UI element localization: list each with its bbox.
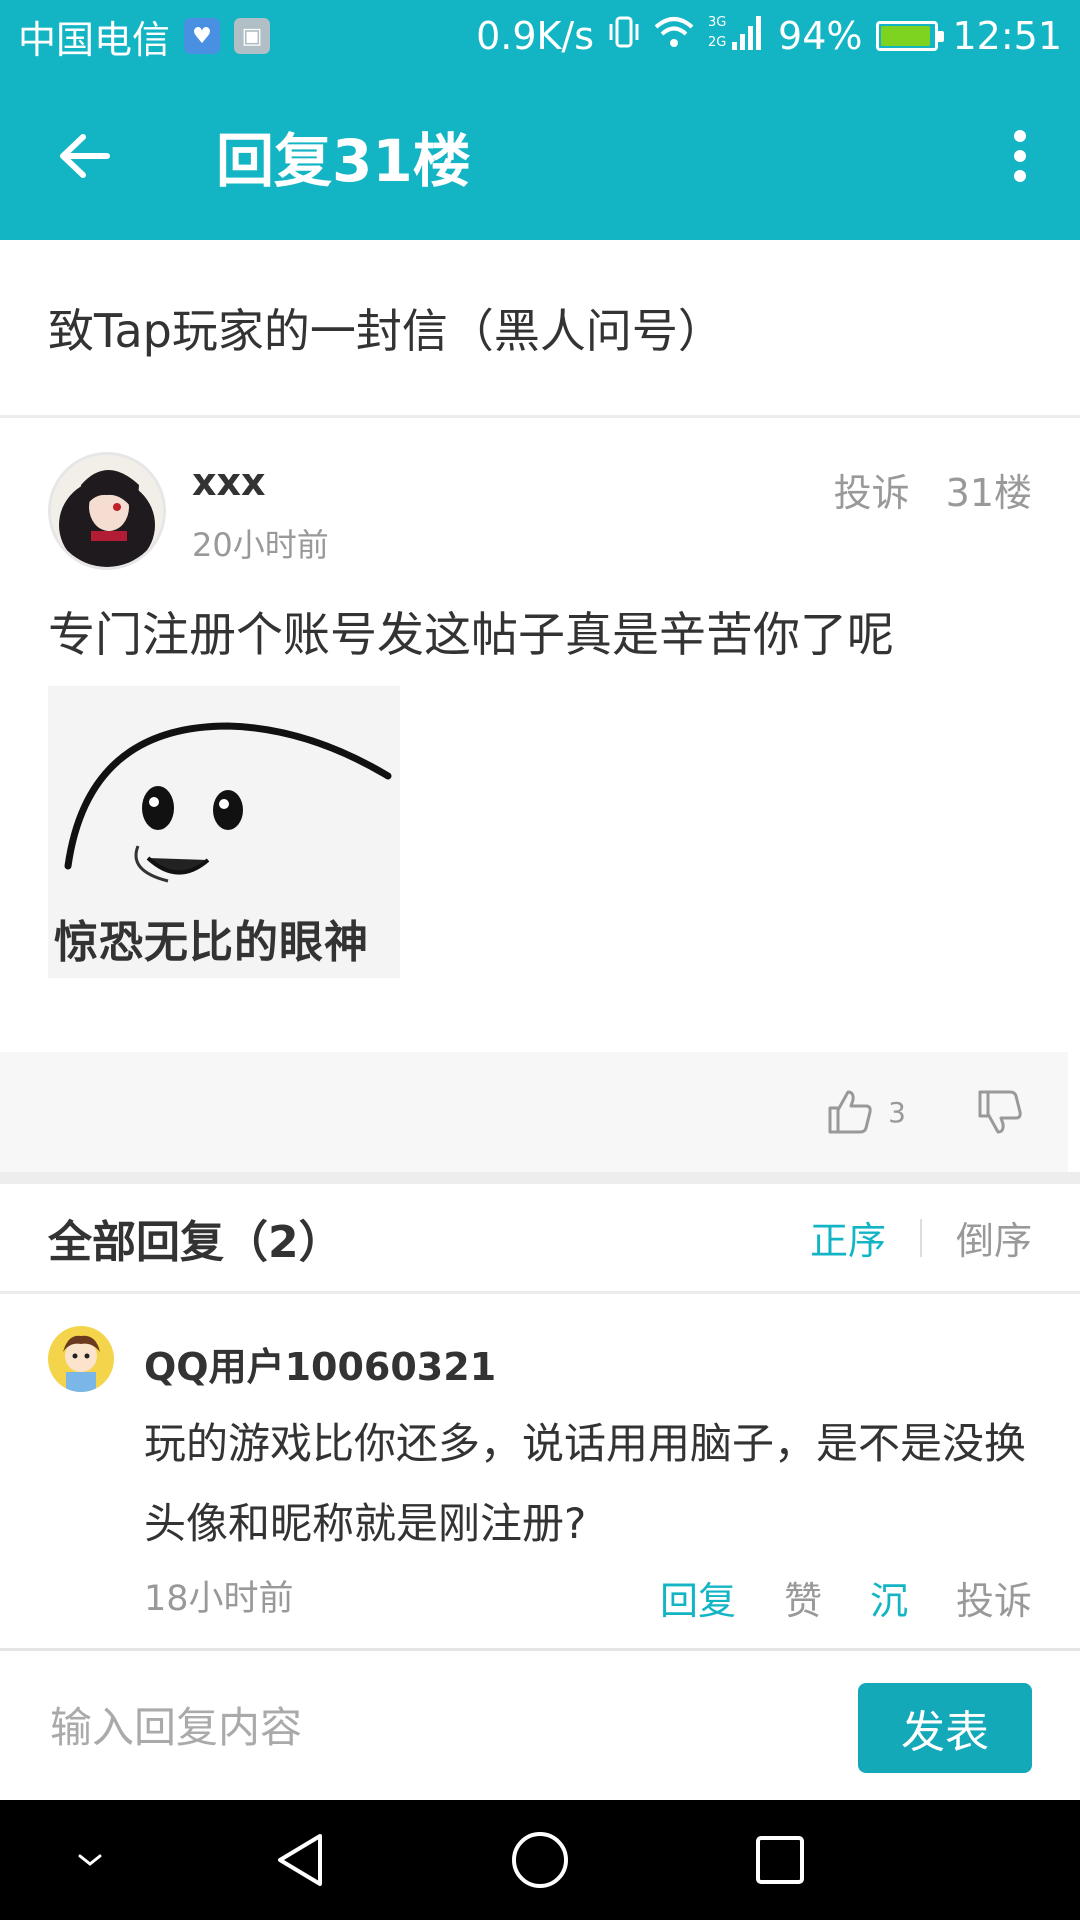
sort-toggle: 正序 倒序 [810, 1210, 1032, 1265]
replies-title: 全部回复（2） [48, 1216, 343, 1268]
sort-ascending-button[interactable]: 正序 [810, 1210, 886, 1265]
report-button[interactable]: 投诉 [834, 462, 910, 517]
like-bar: 3 [0, 1052, 1068, 1172]
sort-divider [919, 1218, 922, 1257]
carrier-label: 中国电信 [18, 17, 171, 62]
app-bar: 回复31楼 [0, 72, 1080, 240]
reply-input-bar: 发表 [0, 1648, 1080, 1800]
reply-time: 18小时前 [144, 1579, 294, 1619]
nav-back-button[interactable] [264, 1824, 336, 1896]
clock: 12:51 [952, 14, 1062, 58]
like-count: 3 [888, 1095, 906, 1129]
vibrate-icon [608, 14, 640, 59]
signal-icon: 3G 2G [708, 12, 764, 61]
battery-percent: 94% [778, 14, 863, 58]
system-nav-bar [0, 1800, 1080, 1920]
reply-avatar[interactable] [48, 1326, 114, 1392]
nav-hide-keyboard-button[interactable] [54, 1824, 126, 1896]
reply-avatar-image [48, 1326, 114, 1392]
replies-header: 全部回复（2） 正序 倒序 [0, 1184, 1080, 1294]
nav-recents-button[interactable] [744, 1824, 816, 1896]
more-vertical-icon [1014, 130, 1026, 182]
arrow-left-icon [60, 134, 110, 178]
image-caption: 惊恐无比的眼神 [54, 917, 369, 968]
health-app-icon: ♥ [184, 18, 221, 54]
like-button[interactable]: 3 [826, 1088, 906, 1136]
circle-home-icon [512, 1832, 568, 1888]
status-right: 0.9K/s 3G 2G 94% 12:51 [476, 12, 1062, 61]
post-image[interactable]: 惊恐无比的眼神 [48, 686, 400, 978]
reply-report-button[interactable]: 投诉 [956, 1570, 1032, 1625]
upvote-button[interactable]: 赞 [784, 1570, 822, 1625]
status-bar: 中国电信 ♥ ▣ 0.9K/s 3G 2G 94% 12:51 [0, 0, 1080, 72]
downvote-button[interactable]: 沉 [870, 1570, 908, 1625]
wifi-icon [654, 14, 694, 58]
network-type-2g: 2G [708, 35, 726, 50]
avatar[interactable] [48, 452, 166, 570]
square-recents-icon [756, 1836, 804, 1884]
nav-home-button[interactable] [504, 1824, 576, 1896]
reply-actions: 回复 赞 沉 投诉 [660, 1570, 1032, 1625]
back-button[interactable] [40, 120, 130, 192]
sort-descending-button[interactable]: 倒序 [956, 1210, 1032, 1265]
post-actions: 投诉 31楼 [834, 462, 1032, 517]
submit-button[interactable]: 发表 [858, 1683, 1032, 1773]
section-divider [0, 1172, 1080, 1184]
page-title: 回复31楼 [216, 127, 471, 195]
triangle-back-icon [278, 1834, 322, 1886]
reply-button[interactable]: 回复 [660, 1570, 736, 1625]
post-time: 20小时前 [192, 526, 329, 564]
post-title[interactable]: 致Tap玩家的一封信（黑人问号） [0, 240, 1080, 418]
reply-text: 玩的游戏比你还多，说话用用脑子，是不是没换头像和昵称就是刚注册? [144, 1419, 1027, 1548]
gallery-icon: ▣ [234, 18, 271, 54]
avatar-image [51, 455, 163, 567]
dislike-button[interactable] [976, 1088, 1024, 1136]
thumbs-down-icon [978, 1090, 1022, 1134]
floor-number: 31楼 [945, 471, 1032, 515]
net-speed: 0.9K/s [476, 14, 595, 58]
reply-input[interactable] [48, 1687, 808, 1767]
post-username[interactable]: xxx [192, 460, 266, 504]
more-menu-button[interactable] [990, 120, 1050, 192]
chevron-down-icon [78, 1854, 102, 1866]
thumbs-up-icon [828, 1090, 872, 1134]
post-body: 专门注册个账号发这帖子真是辛苦你了呢 [48, 608, 894, 663]
status-left: 中国电信 ♥ ▣ [18, 9, 271, 64]
network-type-3g: 3G [708, 15, 726, 30]
battery-icon [876, 21, 945, 51]
reply-username[interactable]: QQ用户10060321 [144, 1336, 496, 1391]
